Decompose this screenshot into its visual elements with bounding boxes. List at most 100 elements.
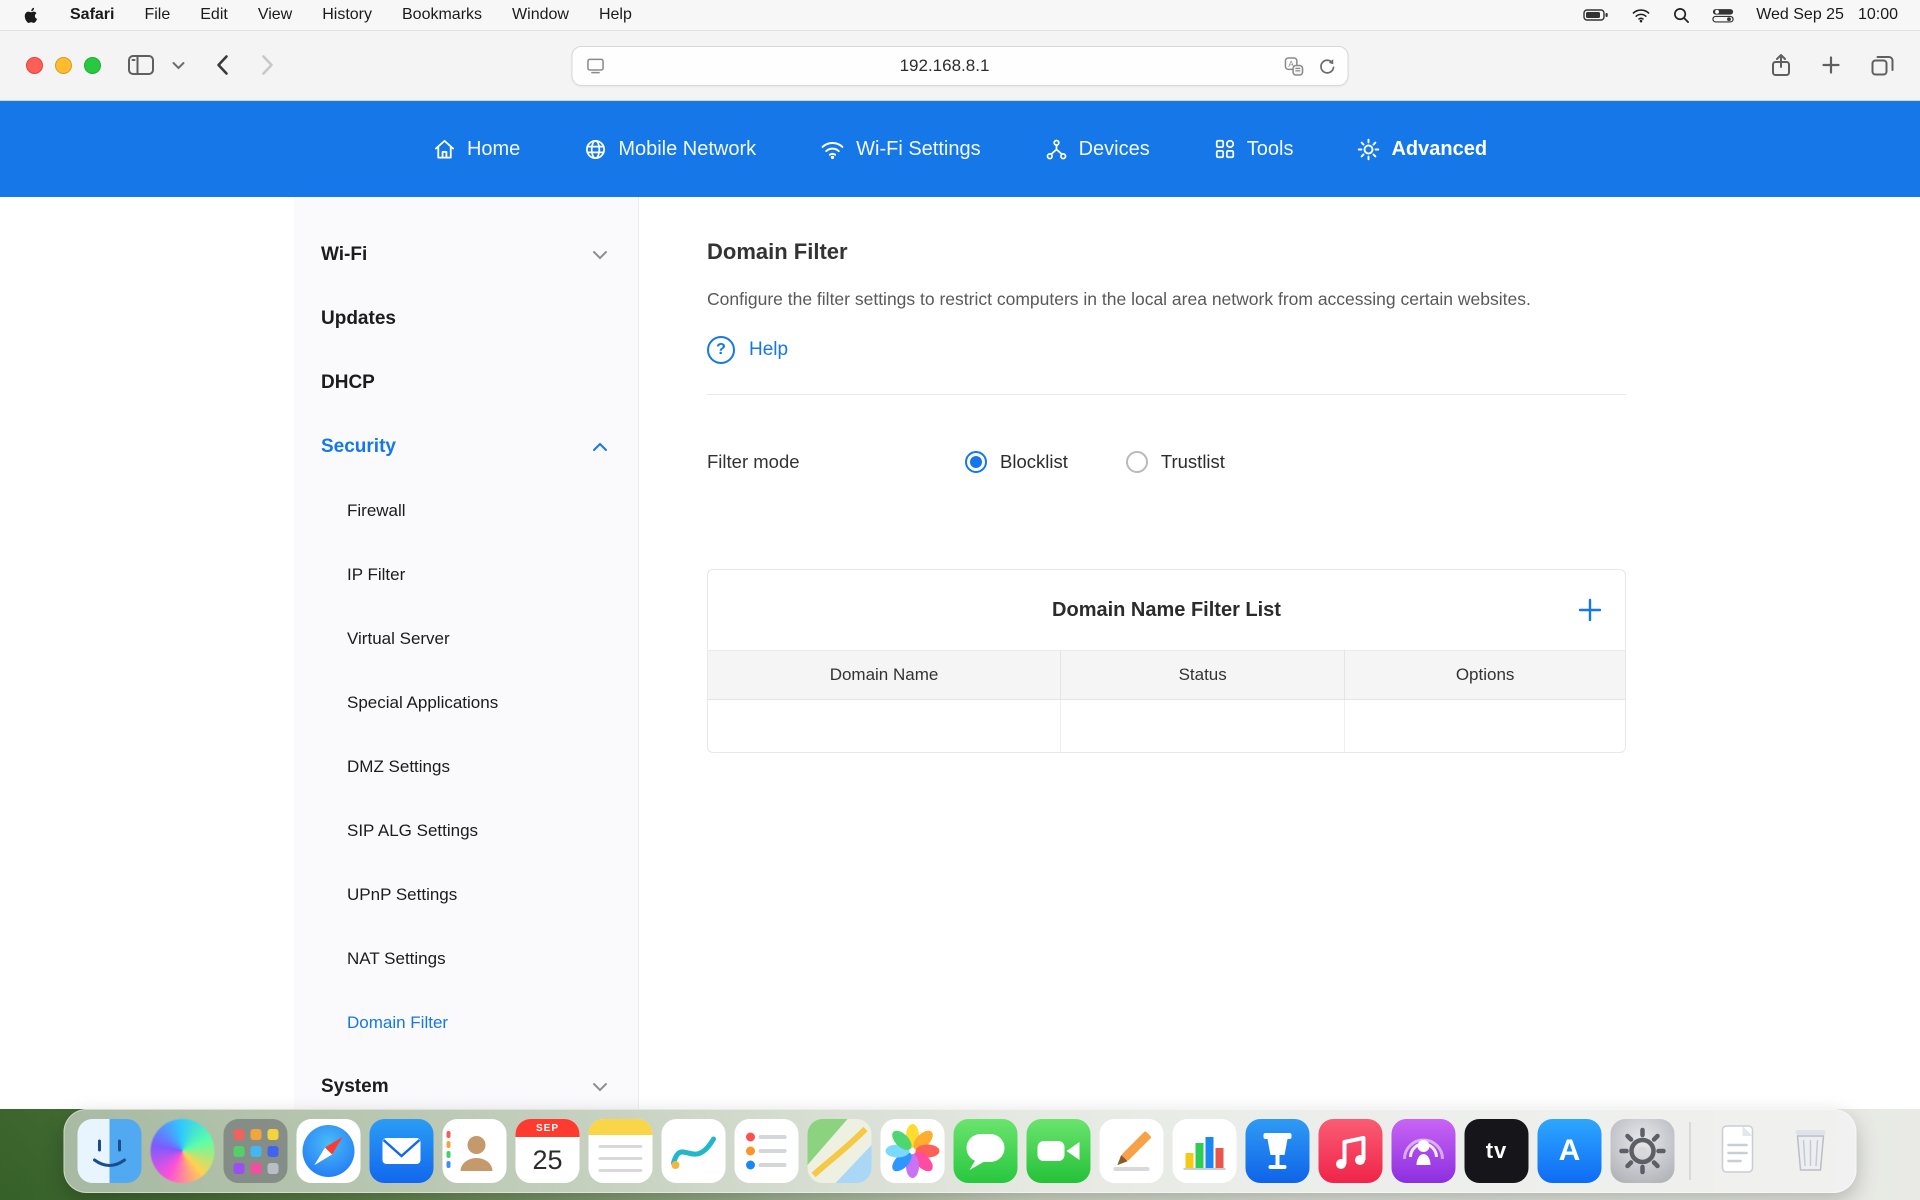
sidebar-item-nat-settings[interactable]: NAT Settings [294,927,638,991]
dock-icon-freeform[interactable] [662,1119,726,1183]
dock-icon-system-settings[interactable] [1611,1119,1675,1183]
sidebar-item-firewall[interactable]: Firewall [294,479,638,543]
dock-icon-document[interactable] [1706,1119,1770,1183]
sidebar-item-security[interactable]: Security [294,415,638,479]
back-icon[interactable] [215,54,229,76]
close-window-button[interactable] [26,57,43,74]
sidebar-item-domain-filter[interactable]: Domain Filter [294,991,638,1055]
dock-icon-siri[interactable] [151,1119,215,1183]
sidebar-item-label: Firewall [347,501,406,521]
menu-file[interactable]: File [144,6,170,24]
sidebar-toggle-icon[interactable] [128,54,154,76]
sidebar-item-dmz-settings[interactable]: DMZ Settings [294,735,638,799]
sidebar-item-label: Special Applications [347,693,498,713]
dock-icon-podcasts[interactable] [1392,1119,1456,1183]
dock-icon-safari[interactable] [297,1119,361,1183]
menu-history[interactable]: History [322,6,372,24]
nav-item-tools[interactable]: Tools [1214,138,1294,161]
sidebar-item-label: Updates [321,308,396,330]
dock-icon-keynote[interactable] [1246,1119,1310,1183]
dock-icon-trash[interactable] [1779,1119,1843,1183]
menu-bookmarks[interactable]: Bookmarks [402,6,482,24]
url-text[interactable]: 192.168.8.1 [605,56,1285,76]
dock: SEP 25 [64,1109,1857,1193]
card-title: Domain Name Filter List [1052,599,1281,622]
dock-icon-photos[interactable] [881,1119,945,1183]
sidebar-item-label: IP Filter [347,565,405,585]
address-bar[interactable]: 192.168.8.1 A [572,46,1349,86]
minimize-window-button[interactable] [55,57,72,74]
add-domain-button[interactable] [1577,597,1603,623]
nav-item-advanced[interactable]: Advanced [1357,138,1487,161]
dock-icon-mail[interactable] [370,1119,434,1183]
menubar-clock[interactable]: Wed Sep 25 10:00 [1756,6,1898,24]
dock-icon-pages[interactable] [1100,1119,1164,1183]
radio-trustlist[interactable]: Trustlist [1126,451,1225,473]
table-empty-row [708,700,1625,752]
apple-logo-icon[interactable] [24,6,40,25]
dock-icon-finder[interactable] [78,1119,142,1183]
translate-icon[interactable]: A [1285,57,1304,76]
menubar-app-name[interactable]: Safari [70,6,114,24]
domain-filter-list-card: Domain Name Filter List Domain Name Stat… [707,569,1626,753]
page-icon[interactable] [587,58,605,74]
dock-icon-apple-tv[interactable]: tv [1465,1119,1529,1183]
wifi-icon[interactable] [1631,7,1651,23]
nav-item-devices[interactable]: Devices [1045,138,1150,161]
safari-toolbar: 192.168.8.1 A [0,30,1920,101]
sidebar-item-special-applications[interactable]: Special Applications [294,671,638,735]
dock-icon-calendar[interactable]: SEP 25 [516,1119,580,1183]
sidebar-item-virtual-server[interactable]: Virtual Server [294,607,638,671]
globe-icon [584,138,607,161]
dock-icon-maps[interactable] [808,1119,872,1183]
search-icon[interactable] [1673,7,1690,24]
reload-icon[interactable] [1318,57,1336,76]
nav-label: Devices [1079,138,1150,161]
chevron-down-icon[interactable] [172,61,185,70]
tabs-overview-icon[interactable] [1871,55,1894,76]
forward-icon[interactable] [261,54,275,76]
dock-icon-messages[interactable] [954,1119,1018,1183]
help-link[interactable]: ? Help [707,336,837,364]
dock-icon-music[interactable] [1319,1119,1383,1183]
nav-item-mobile-network[interactable]: Mobile Network [584,138,756,161]
menu-view[interactable]: View [258,6,292,24]
dock-icon-numbers[interactable] [1173,1119,1237,1183]
dock-icon-reminders[interactable] [735,1119,799,1183]
sidebar-item-ip-filter[interactable]: IP Filter [294,543,638,607]
radio-selected-icon[interactable] [965,451,987,473]
macos-menubar: Safari File Edit View History Bookmarks … [0,0,1920,31]
wifi-icon [820,139,845,160]
nav-item-home[interactable]: Home [433,138,520,161]
nav-label: Mobile Network [618,138,756,161]
menubar-date: Wed Sep 25 [1756,6,1844,24]
dock-icon-contacts[interactable] [443,1119,507,1183]
sidebar-item-upnp-settings[interactable]: UPnP Settings [294,863,638,927]
chevron-down-icon [592,250,608,260]
nav-item-wifi-settings[interactable]: Wi-Fi Settings [820,138,980,161]
zoom-window-button[interactable] [84,57,101,74]
menu-edit[interactable]: Edit [200,6,228,24]
dock-icon-notes[interactable] [589,1119,653,1183]
menubar-time: 10:00 [1858,6,1898,24]
dock-icon-launchpad[interactable] [224,1119,288,1183]
radio-unselected-icon[interactable] [1126,451,1148,473]
sidebar-item-updates[interactable]: Updates [294,287,638,351]
app-store-logo-text: A [1559,1134,1581,1168]
sidebar-item-wifi[interactable]: Wi-Fi [294,223,638,287]
dock-icon-app-store[interactable]: A [1538,1119,1602,1183]
radio-blocklist[interactable]: Blocklist [965,451,1068,473]
sidebar-item-dhcp[interactable]: DHCP [294,351,638,415]
sidebar-item-label: Security [321,436,396,458]
share-icon[interactable] [1771,53,1791,78]
battery-icon[interactable] [1583,7,1609,23]
menu-help[interactable]: Help [599,6,632,24]
sidebar-item-sip-alg-settings[interactable]: SIP ALG Settings [294,799,638,863]
menu-window[interactable]: Window [512,6,569,24]
section-divider [707,394,1626,395]
sidebar-item-system[interactable]: System [294,1055,638,1109]
column-header-domain-name: Domain Name [708,651,1061,699]
dock-icon-facetime[interactable] [1027,1119,1091,1183]
control-center-icon[interactable] [1712,8,1734,23]
new-tab-icon[interactable] [1821,55,1841,75]
